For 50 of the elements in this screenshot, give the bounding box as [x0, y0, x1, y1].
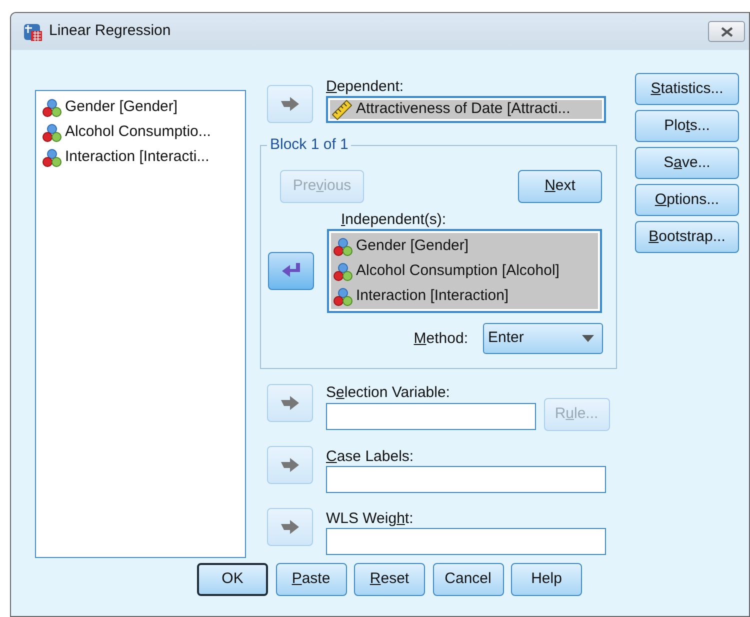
independent-list[interactable]: Gender [Gender] Alcohol Consumption [Alcohol] Interaction [Interaction]: [327, 229, 602, 313]
method-dropdown[interactable]: Enter: [483, 323, 603, 354]
list-item[interactable]: Gender [Gender]: [356, 235, 469, 258]
nominal-variable-icon: [42, 122, 62, 142]
list-item[interactable]: Alcohol Consumptio...: [65, 121, 211, 144]
nominal-variable-icon: [333, 262, 353, 282]
variable-list[interactable]: Gender [Gender] Alcohol Consumptio... Interaction [Interacti...: [35, 90, 246, 558]
close-button[interactable]: [708, 21, 745, 42]
field-label: Case Labels:: [326, 448, 415, 466]
dialog-button[interactable]: Bootstrap...: [635, 221, 739, 253]
dialog-button[interactable]: Options...: [635, 184, 739, 216]
method-label: Method:: [414, 330, 468, 348]
right-arrow-icon: [281, 396, 299, 410]
next-button[interactable]: Next: [518, 170, 602, 203]
input-field[interactable]: [326, 403, 536, 430]
nominal-variable-icon: [333, 286, 353, 306]
dialog-button[interactable]: Plots...: [635, 110, 739, 142]
window-title: Linear Regression: [49, 21, 171, 42]
dialog-button[interactable]: OK: [197, 563, 268, 596]
close-icon: [720, 26, 734, 36]
dialog-button[interactable]: Help: [511, 563, 582, 596]
dialog-button[interactable]: Save...: [635, 147, 739, 179]
arrow-button[interactable]: [268, 252, 314, 290]
dialog-button[interactable]: Statistics...: [635, 73, 739, 105]
right-arrow-icon: [281, 97, 299, 111]
ruler-icon: [332, 100, 352, 120]
list-item[interactable]: Alcohol Consumption [Alcohol]: [356, 260, 560, 283]
field-label: WLS Weight:: [326, 510, 414, 528]
dialog-button[interactable]: Cancel: [432, 563, 504, 596]
field-label: Selection Variable:: [326, 384, 451, 402]
nominal-variable-icon: [333, 236, 353, 256]
dropdown-value: Enter: [488, 328, 524, 348]
right-arrow-icon: [281, 520, 299, 534]
dialog-button[interactable]: Paste: [276, 563, 346, 596]
dialog-button[interactable]: Reset: [354, 563, 425, 596]
app-icon: [23, 22, 43, 42]
field-label: Dependent:: [326, 78, 405, 96]
caret-icon: [582, 335, 594, 342]
dependent-field[interactable]: Attractiveness of Date [Attracti...: [326, 96, 606, 123]
list-item[interactable]: Gender [Gender]: [65, 96, 178, 119]
list-item[interactable]: Interaction [Interaction]: [356, 285, 509, 308]
input-field[interactable]: [326, 528, 606, 555]
field-label: Independent(s):: [341, 211, 448, 229]
right-arrow-icon: [281, 458, 299, 472]
field-value: Attractiveness of Date [Attracti...: [356, 99, 570, 120]
list-item[interactable]: Interaction [Interacti...: [65, 146, 210, 169]
nominal-variable-icon: [42, 148, 62, 168]
nominal-variable-icon: [42, 98, 62, 118]
input-field[interactable]: [326, 466, 606, 493]
left-arrow-icon: [282, 263, 300, 279]
